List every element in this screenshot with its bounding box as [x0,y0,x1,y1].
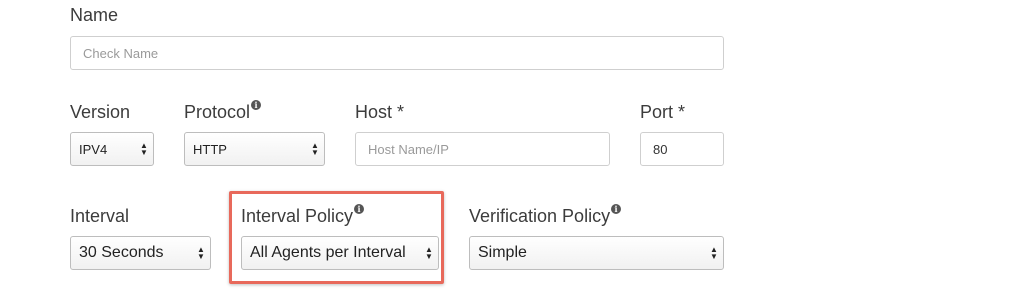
up-down-chevron-icon: ▲ ▼ [140,141,148,157]
up-down-chevron-icon: ▲ ▼ [710,245,718,261]
version-label: Version [70,102,131,122]
port-input[interactable] [640,132,724,166]
check-name-input[interactable] [70,36,724,70]
info-icon[interactable]: i [611,204,622,214]
host-input[interactable] [355,132,610,166]
interval-policy-highlight-box [229,191,444,284]
verification-policy-label-group: Verification Policy i [469,204,622,226]
version-select-value: IPV4 [79,141,108,157]
protocol-select[interactable]: HTTP ▲ ▼ [184,132,325,166]
info-icon[interactable]: i [251,100,262,110]
interval-select[interactable]: 30 Seconds ▲ ▼ [70,236,211,270]
verification-policy-label: Verification Policy [469,206,611,226]
interval-select-value: 30 Seconds [79,244,164,261]
host-label: Host * [355,102,405,122]
up-down-chevron-icon: ▲ ▼ [197,245,205,261]
protocol-label-group: Protocol i [184,100,262,122]
protocol-select-value: HTTP [193,141,227,157]
version-select[interactable]: IPV4 ▲ ▼ [70,132,154,166]
verification-policy-select[interactable]: Simple ▲ ▼ [469,236,724,270]
up-down-chevron-icon: ▲ ▼ [311,141,319,157]
verification-policy-select-value: Simple [478,244,527,261]
interval-label: Interval [70,206,130,226]
port-label: Port * [640,102,686,122]
protocol-label: Protocol [184,102,251,122]
name-label: Name [70,5,119,25]
